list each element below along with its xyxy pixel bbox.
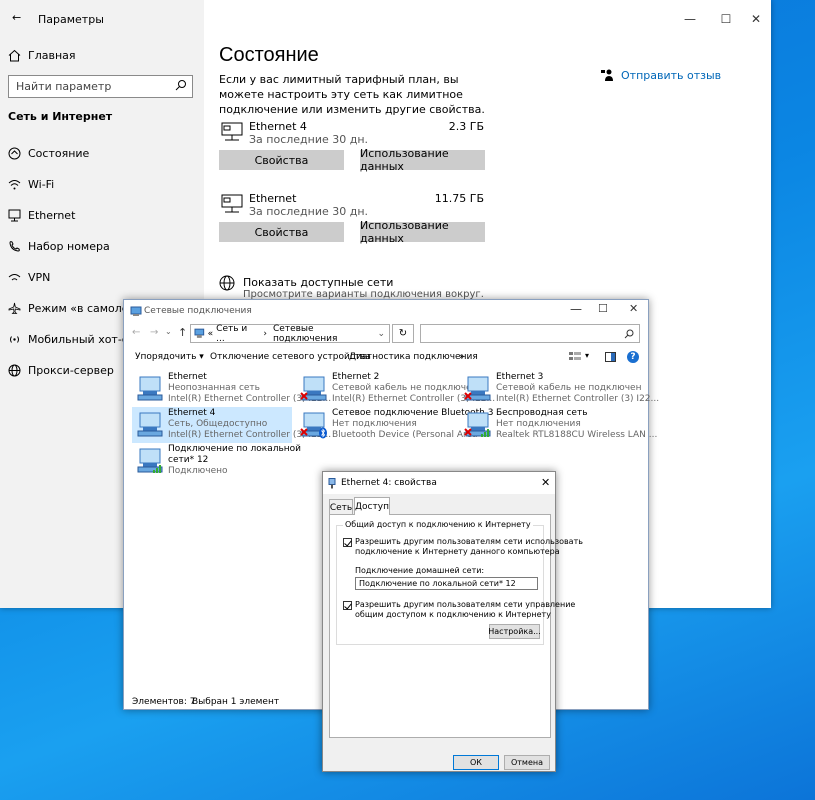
more-commands-button[interactable]: » <box>459 352 465 362</box>
ethernet-icon <box>221 194 243 213</box>
feedback-link[interactable]: Отправить отзыв <box>600 68 721 82</box>
properties-button[interactable]: Свойства <box>219 150 344 170</box>
sidebar-item-wifi[interactable]: Wi-Fi <box>0 171 204 197</box>
close-icon[interactable]: ✕ <box>541 476 550 489</box>
explorer-title: Сетевые подключения <box>144 306 252 316</box>
ethernet-icon <box>221 122 243 141</box>
connection-wireless[interactable]: Беспроводная сеть Нет подключения Realte… <box>460 407 657 443</box>
dialog-titlebar: Ethernet 4: свойства ✕ <box>323 472 555 494</box>
status-selected: Выбран 1 элемент <box>192 697 280 707</box>
network-card-ethernet4: Ethernet 4 За последние 30 дн. 2.3 ГБ Св… <box>219 120 489 173</box>
connection-ethernet-3[interactable]: Ethernet 3 Сетевой кабель не подключен I… <box>460 371 659 407</box>
organize-menu[interactable]: Упорядочить ▾ <box>135 352 204 362</box>
help-icon[interactable]: ? <box>627 351 639 363</box>
airplane-icon <box>7 301 21 315</box>
search-icon <box>175 80 186 91</box>
tab-network[interactable]: Сеть <box>329 499 353 515</box>
tab-sharing[interactable]: Доступ <box>354 497 390 515</box>
bluetooth-adapter-icon <box>300 412 327 439</box>
group-title: Общий доступ к подключению к Интернету <box>343 520 533 530</box>
sharing-panel: Общий доступ к подключению к Интернету Р… <box>329 514 583 738</box>
minimize-icon[interactable]: — <box>570 302 582 316</box>
globe-icon <box>219 275 235 291</box>
page-description: Если у вас лимитный тарифный план, вы мо… <box>219 73 485 116</box>
close-icon[interactable]: ✕ <box>736 4 776 34</box>
data-usage-button[interactable]: Использование данных <box>360 147 485 173</box>
address-bar[interactable]: « Сеть и ... › Сетевые подключения ⌄ <box>190 324 390 344</box>
sidebar-item-ethernet[interactable]: Ethernet <box>0 202 204 228</box>
home-network-select[interactable]: Подключение по локальной сети* 12 <box>355 577 538 590</box>
explorer-search-input[interactable] <box>420 324 640 343</box>
network-adapter-disconnected-icon <box>464 376 491 401</box>
vpn-icon <box>7 270 21 284</box>
cancel-button[interactable]: Отмена <box>504 755 550 770</box>
wireless-adapter-icon <box>464 412 491 437</box>
connection-ethernet[interactable]: Ethernet Неопознанная сеть Intel(R) Ethe… <box>132 371 331 407</box>
sidebar-item-vpn[interactable]: VPN <box>0 264 204 290</box>
network-adapter-disconnected-icon <box>300 376 327 401</box>
wifi-icon <box>7 177 21 191</box>
globe-icon <box>7 363 21 377</box>
allow-control-checkbox[interactable] <box>343 601 352 610</box>
search-icon <box>624 329 634 339</box>
connection-ethernet-4[interactable]: Ethernet 4 Сеть, Общедоступно Intel(R) E… <box>132 407 331 443</box>
chevron-down-icon[interactable]: ⌄ <box>377 329 385 339</box>
allow-sharing-checkbox[interactable] <box>343 538 352 547</box>
page-title: Состояние <box>219 44 319 66</box>
nav-dropdown-icon[interactable]: ⌄ <box>165 327 172 336</box>
back-arrow-icon[interactable]: ← <box>12 11 21 24</box>
network-card-ethernet: Ethernet За последние 30 дн. 11.75 ГБ Св… <box>219 192 489 245</box>
status-item-count: Элементов: 7 <box>132 697 196 707</box>
settings-search-input[interactable]: Найти параметр <box>8 75 193 98</box>
breadcrumb-network[interactable]: Сеть и ... <box>216 324 257 344</box>
dialup-icon <box>7 239 21 253</box>
wireless-adapter-icon <box>137 448 163 473</box>
properties-button[interactable]: Свойства <box>219 222 344 242</box>
network-folder-icon <box>194 328 205 338</box>
connection-ethernet-2[interactable]: Ethernet 2 Сетевой кабель не подключен I… <box>296 371 495 407</box>
maximize-icon[interactable]: ☐ <box>598 302 608 315</box>
home-network-label: Подключение домашней сети: <box>355 566 485 575</box>
feedback-icon <box>601 69 613 81</box>
sidebar-section-title: Сеть и Интернет <box>8 110 113 123</box>
settings-title: Параметры <box>38 13 104 26</box>
nav-up-icon[interactable]: ↑ <box>178 326 187 339</box>
data-usage-button[interactable]: Использование данных <box>360 219 485 245</box>
home-icon <box>7 48 21 62</box>
sidebar-item-status[interactable]: Состояние <box>0 140 204 166</box>
sidebar-item-home[interactable]: Главная <box>0 42 204 68</box>
preview-pane-icon[interactable] <box>605 352 616 362</box>
settings-button[interactable]: Настройка... <box>488 624 541 639</box>
connection-local-12[interactable]: Подключение по локальной сети* 12 Подклю… <box>132 443 301 479</box>
nav-back-icon[interactable]: ← <box>132 327 140 338</box>
minimize-icon[interactable]: — <box>670 4 710 34</box>
home-status-icon <box>7 146 21 160</box>
adapter-icon <box>328 478 336 489</box>
nav-forward-icon[interactable]: → <box>150 327 158 338</box>
ethernet-icon <box>7 208 21 222</box>
refresh-icon[interactable]: ↻ <box>392 324 414 343</box>
connection-bluetooth-3[interactable]: Сетевое подключение Bluetooth 3 Нет подк… <box>296 407 493 443</box>
ics-group: Общий доступ к подключению к Интернету Р… <box>336 520 583 645</box>
command-bar: Упорядочить ▾ Отключение сетевого устрой… <box>124 347 648 369</box>
ok-button[interactable]: ОК <box>453 755 499 770</box>
network-adapter-icon <box>137 376 163 401</box>
network-folder-icon <box>130 306 142 316</box>
breadcrumb-connections[interactable]: Сетевые подключения <box>273 324 377 344</box>
dialog-title: Ethernet 4: свойства <box>341 478 437 488</box>
close-icon[interactable]: ✕ <box>629 302 638 315</box>
ethernet4-properties-dialog: Ethernet 4: свойства ✕ Сеть Доступ Общий… <box>322 471 583 772</box>
chevron-down-icon[interactable]: ▾ <box>585 351 589 360</box>
view-options-icon[interactable] <box>569 352 581 362</box>
sidebar-item-dialup[interactable]: Набор номера <box>0 233 204 259</box>
disable-device-button[interactable]: Отключение сетевого устройства <box>210 352 371 362</box>
hotspot-icon <box>7 332 21 346</box>
network-adapter-icon <box>137 412 163 437</box>
